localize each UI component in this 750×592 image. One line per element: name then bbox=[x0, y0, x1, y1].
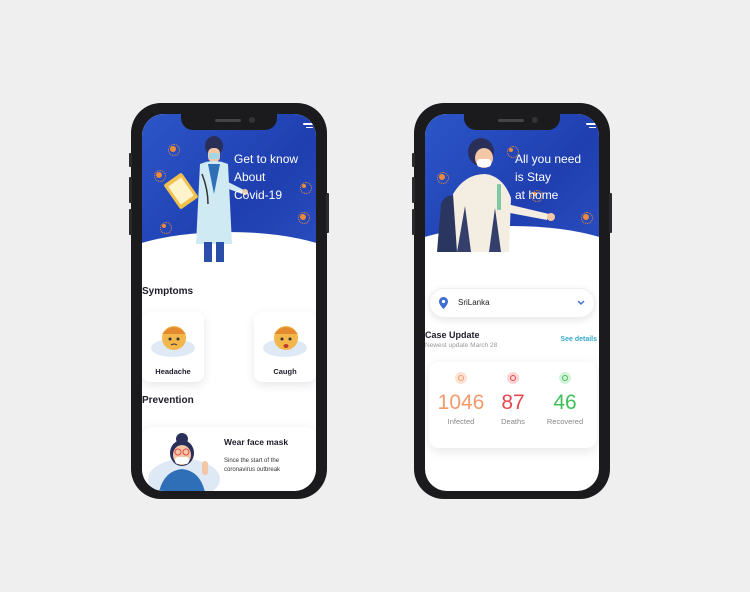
virus-icon bbox=[168, 144, 180, 156]
case-update-title: Case Update bbox=[425, 330, 480, 340]
location-selector[interactable]: SriLanka bbox=[429, 288, 595, 318]
headache-illustration bbox=[151, 326, 195, 357]
volume-up-button bbox=[129, 177, 132, 203]
stat-value: 1046 bbox=[437, 391, 485, 414]
symptoms-title: Symptoms bbox=[142, 286, 194, 297]
stat-deaths: 87 Deaths bbox=[487, 362, 539, 426]
mute-switch bbox=[412, 153, 415, 167]
prevention-card-title: Wear face mask bbox=[224, 437, 289, 447]
menu-icon[interactable] bbox=[303, 123, 313, 130]
virus-icon bbox=[298, 212, 310, 224]
stat-value: 87 bbox=[501, 391, 525, 414]
virus-icon bbox=[437, 172, 449, 184]
screen-left: Get to know About Covid-19 Symptoms Head… bbox=[142, 114, 316, 491]
volume-down-button bbox=[129, 209, 132, 235]
hero-title: All you need is Stay at home bbox=[515, 152, 582, 202]
symptom-card-headache[interactable]: Headache bbox=[142, 312, 204, 382]
volume-up-button bbox=[412, 177, 415, 203]
hero-banner: Get to know About Covid-19 bbox=[142, 114, 316, 312]
menu-icon[interactable] bbox=[586, 123, 596, 130]
phone-frame-right: All you need is Stay at home SriLanka Ca… bbox=[412, 103, 612, 499]
status-dot-icon bbox=[455, 372, 467, 384]
stat-label: Infected bbox=[447, 417, 475, 426]
hero-title: Get to know About Covid-19 bbox=[234, 152, 299, 202]
chevron-down-icon[interactable] bbox=[577, 300, 585, 306]
prevention-card[interactable]: Wear face mask Since the start of the co… bbox=[142, 427, 316, 491]
stat-recovered: 46 Recovered bbox=[539, 362, 591, 426]
virus-icon bbox=[160, 222, 172, 234]
notch bbox=[181, 114, 277, 130]
virus-icon bbox=[581, 212, 593, 224]
notch bbox=[464, 114, 560, 130]
stat-infected: 1046 Infected bbox=[435, 362, 487, 426]
mask-woman-illustration bbox=[148, 433, 220, 491]
location-value: SriLanka bbox=[458, 298, 490, 307]
status-dot-icon bbox=[507, 372, 519, 384]
status-dot-icon bbox=[559, 372, 571, 384]
stat-label: Recovered bbox=[546, 417, 584, 426]
mute-switch bbox=[129, 153, 132, 167]
stat-label: Deaths bbox=[501, 417, 525, 426]
power-button bbox=[609, 193, 612, 233]
screen-right: All you need is Stay at home SriLanka Ca… bbox=[425, 114, 599, 491]
virus-icon bbox=[154, 170, 166, 182]
prevention-card-description: Since the start of the coronavirus outbr… bbox=[224, 458, 281, 473]
see-details-link[interactable]: See details bbox=[560, 336, 597, 343]
location-pin-icon bbox=[439, 297, 448, 309]
symptom-card-caugh[interactable]: Caugh bbox=[254, 312, 316, 382]
volume-down-button bbox=[412, 209, 415, 235]
virus-icon bbox=[300, 182, 312, 194]
power-button bbox=[326, 193, 329, 233]
prevention-title: Prevention bbox=[142, 395, 194, 406]
phone-frame-left: Get to know About Covid-19 Symptoms Head… bbox=[129, 103, 329, 499]
virus-icon bbox=[507, 146, 519, 158]
stat-value: 46 bbox=[553, 391, 577, 414]
case-update-subtitle: Newest update March 28 bbox=[425, 342, 498, 349]
stats-card: 1046 Infected 87 Deaths 46 Recovered bbox=[429, 362, 597, 448]
symptom-label: Headache bbox=[155, 367, 191, 376]
hero-banner: All you need is Stay at home bbox=[425, 114, 599, 306]
symptom-label: Caugh bbox=[273, 367, 297, 376]
caugh-illustration bbox=[263, 326, 307, 357]
